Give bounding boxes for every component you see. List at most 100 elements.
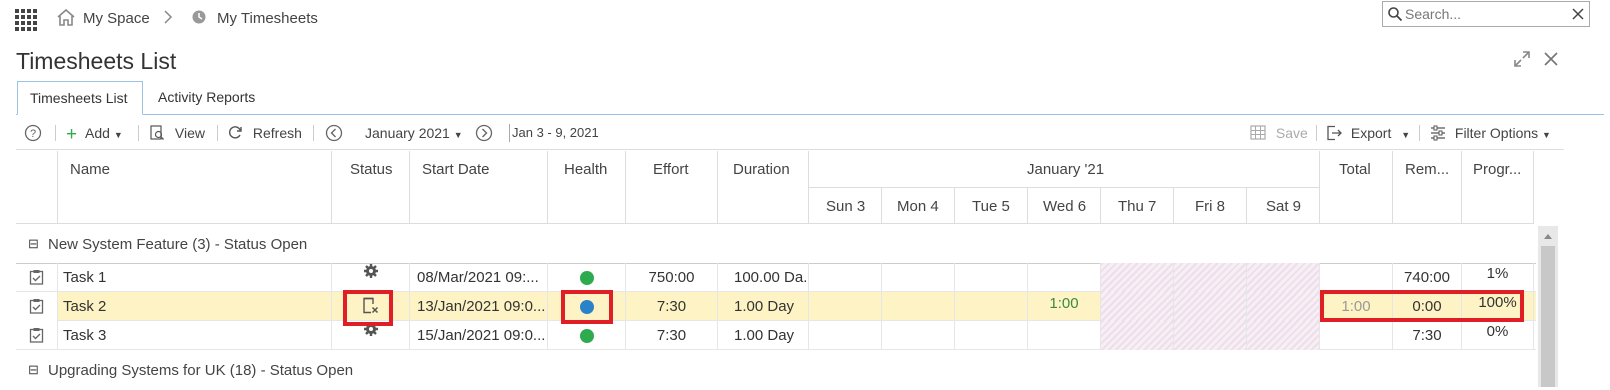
- day-cell[interactable]: [1028, 321, 1101, 350]
- effort: 7:30: [626, 321, 718, 350]
- task-icon: [16, 321, 58, 350]
- help-icon[interactable]: ?: [24, 124, 42, 142]
- chevron-right-icon: [163, 8, 173, 30]
- breadcrumb-home[interactable]: My Space: [83, 10, 150, 27]
- header-status[interactable]: Status: [332, 151, 410, 224]
- period-range: Jan 3 - 9, 2021: [509, 124, 599, 142]
- app-launcher-icon[interactable]: [15, 9, 37, 31]
- task-icon: [16, 263, 58, 292]
- start-date: 13/Jan/2021 09:0...: [410, 292, 548, 321]
- header-health[interactable]: Health: [548, 151, 626, 224]
- day-cell[interactable]: [809, 292, 882, 321]
- header-duration[interactable]: Duration: [718, 151, 809, 224]
- health-indicator: [548, 321, 626, 350]
- close-icon[interactable]: [1542, 50, 1560, 73]
- highlight-box-status: [343, 290, 393, 326]
- view-icon: [150, 125, 164, 140]
- day-cell[interactable]: [882, 263, 955, 292]
- page-title: Timesheets List: [16, 48, 177, 74]
- search-icon: [1388, 7, 1403, 22]
- tab-timesheets-list[interactable]: Timesheets List: [17, 81, 143, 115]
- day-cell-nonworking: [1101, 263, 1174, 292]
- view-button[interactable]: View: [150, 124, 205, 142]
- task-name: Task 1: [58, 263, 332, 292]
- caret-down-icon: ▼: [1542, 130, 1551, 140]
- header-total[interactable]: Total: [1320, 151, 1393, 224]
- top-bar: My Space My Timesheets: [0, 0, 1610, 40]
- group-label: Upgrading Systems for UK (18) - Status O…: [48, 362, 354, 379]
- period-dropdown[interactable]: January 2021 ▼: [365, 124, 463, 142]
- caret-down-icon: ▼: [453, 130, 463, 140]
- day-cell-nonworking: [1174, 321, 1247, 350]
- day-cell[interactable]: [809, 321, 882, 350]
- filter-options-button[interactable]: Filter Options ▼: [1430, 124, 1551, 142]
- header-day-thu: Thu 7: [1101, 188, 1174, 224]
- grid-save-icon: [1250, 125, 1266, 140]
- svg-text:?: ?: [30, 128, 36, 140]
- refresh-icon: [229, 126, 242, 139]
- day-cell-nonworking: [1101, 321, 1174, 350]
- progress: 1%: [1462, 263, 1534, 292]
- add-button[interactable]: + Add ▼: [66, 124, 123, 144]
- collapse-group-icon[interactable]: ⊟: [28, 236, 39, 252]
- caret-down-icon: ▼: [113, 130, 123, 140]
- highlight-box-health: [561, 290, 613, 324]
- refresh-button[interactable]: Refresh: [228, 124, 302, 142]
- start-date: 08/Mar/2021 09:...: [410, 263, 548, 292]
- header-effort[interactable]: Effort: [626, 151, 718, 224]
- home-icon[interactable]: [57, 8, 75, 30]
- day-cell[interactable]: [955, 292, 1028, 321]
- previous-period-icon[interactable]: [325, 124, 343, 142]
- search-box[interactable]: [1382, 1, 1590, 27]
- header-remaining[interactable]: Rem...: [1393, 151, 1462, 224]
- clear-search-icon[interactable]: [1571, 7, 1585, 21]
- group-row: ⊟ Upgrading Systems for UK (18) - Status…: [16, 352, 1536, 390]
- task-name: Task 2: [58, 292, 332, 321]
- table-row-selected[interactable]: Task 2 13/Jan/2021 09:0... 7:30 1.00 Day…: [16, 292, 1536, 321]
- day-cell[interactable]: [955, 321, 1028, 350]
- total: [1320, 263, 1393, 292]
- group-label: New System Feature (3) - Status Open: [48, 236, 308, 253]
- task-icon: [16, 292, 58, 321]
- table-row[interactable]: Task 1 08/Mar/2021 09:... 750:00 100.00 …: [16, 263, 1536, 292]
- day-cell-wed[interactable]: 1:00: [1028, 292, 1101, 321]
- header-day-sun: Sun 3: [809, 188, 882, 224]
- group-row: ⊟ New System Feature (3) - Status Open: [16, 226, 1536, 264]
- effort: 7:30: [626, 292, 718, 321]
- highlight-box-totals: [1320, 290, 1524, 322]
- timesheet-icon: [191, 9, 207, 29]
- collapse-group-icon[interactable]: ⊟: [28, 362, 39, 378]
- export-button[interactable]: Export ▼: [1326, 124, 1410, 142]
- vertical-scrollbar[interactable]: [1538, 226, 1558, 387]
- total: [1320, 321, 1393, 350]
- header-start-date[interactable]: Start Date: [410, 151, 548, 224]
- table-row[interactable]: Task 3 15/Jan/2021 09:0... 7:30 1.00 Day…: [16, 321, 1536, 350]
- tab-activity-reports[interactable]: Activity Reports: [146, 81, 267, 115]
- day-cell[interactable]: [882, 321, 955, 350]
- header-day-fri: Fri 8: [1174, 188, 1247, 224]
- scroll-up-icon[interactable]: [1543, 232, 1553, 240]
- task-name: Task 3: [58, 321, 332, 350]
- remaining: 740:00: [1393, 263, 1462, 292]
- day-cell[interactable]: [955, 263, 1028, 292]
- header-day-tue: Tue 5: [955, 188, 1028, 224]
- gear-icon[interactable]: [332, 263, 410, 292]
- search-input[interactable]: [1405, 5, 1565, 23]
- day-cell-nonworking: [1174, 292, 1247, 321]
- next-period-icon[interactable]: [475, 124, 493, 142]
- header-progress[interactable]: Progr...: [1462, 151, 1534, 224]
- day-cell-nonworking: [1247, 321, 1320, 350]
- header-name[interactable]: Name: [58, 151, 332, 224]
- day-cell[interactable]: [882, 292, 955, 321]
- tab-bar: Timesheets List Activity Reports: [16, 81, 1604, 115]
- progress: 0%: [1462, 321, 1534, 350]
- day-cell[interactable]: [1028, 263, 1101, 292]
- save-button[interactable]: Save: [1250, 124, 1308, 142]
- day-cell[interactable]: [809, 263, 882, 292]
- expand-icon[interactable]: [1513, 50, 1531, 73]
- remaining: 7:30: [1393, 321, 1462, 350]
- scrollbar-thumb[interactable]: [1541, 246, 1555, 387]
- health-indicator: [548, 263, 626, 292]
- filter-sliders-icon: [1431, 125, 1445, 141]
- effort: 750:00: [626, 263, 718, 292]
